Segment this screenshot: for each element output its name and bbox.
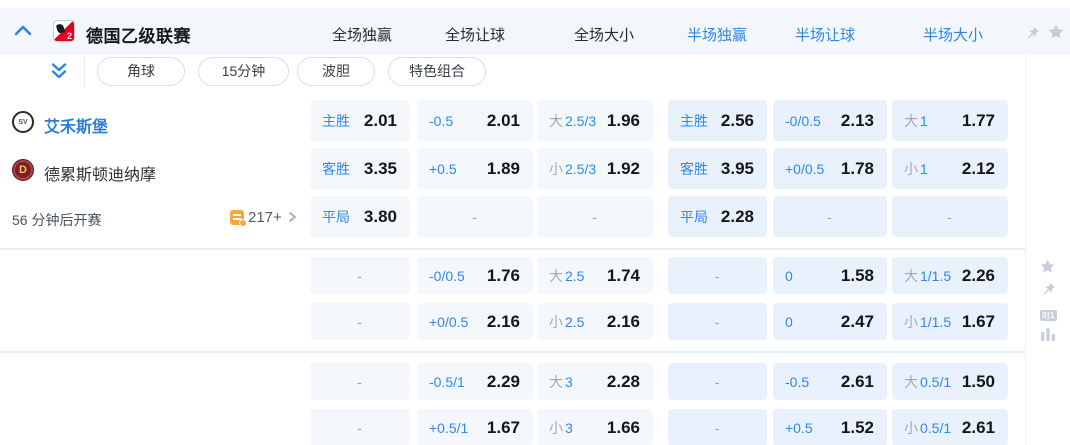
market-tab-5[interactable]: 半场让球 xyxy=(795,24,855,45)
odds-cell[interactable]: +0.5 1.52 xyxy=(773,409,887,445)
market-tab-2[interactable]: 全场让球 xyxy=(445,24,505,45)
odds-cell[interactable]: 小 0.5/1 2.61 xyxy=(892,409,1008,445)
expand-double-chevron-down-icon[interactable] xyxy=(50,62,68,80)
odds-cell-empty: - xyxy=(417,196,533,237)
odds-cell-empty: - xyxy=(310,409,410,445)
filter-pill-3[interactable]: 波胆 xyxy=(297,57,375,86)
odds-cell-empty: - xyxy=(668,303,767,340)
league-logo-icon: 2 xyxy=(53,20,75,42)
filter-pill-1[interactable]: 角球 xyxy=(97,57,185,86)
odds-cell[interactable]: 大 2.5 1.74 xyxy=(537,257,653,294)
odds-cell[interactable]: 0 2.47 xyxy=(773,303,887,340)
market-tab-1[interactable]: 全场独赢 xyxy=(332,24,392,45)
odds-cell[interactable]: 大 2.5/3 1.96 xyxy=(537,100,653,141)
stats-chart-icon[interactable] xyxy=(1040,326,1056,341)
odds-cell[interactable]: 0 1.58 xyxy=(773,257,887,294)
odds-cell-empty: - xyxy=(892,196,1008,237)
pin-icon[interactable] xyxy=(1024,25,1040,41)
odds-format-01-icon[interactable]: 0|1 xyxy=(1040,310,1057,321)
odds-cell[interactable]: 小 1 2.12 xyxy=(892,148,1008,189)
away-team-logo: D xyxy=(12,159,34,181)
group-separator xyxy=(0,248,1025,250)
odds-cell-empty: - xyxy=(537,196,653,237)
away-team-name[interactable]: 德累斯顿迪纳摩 xyxy=(44,161,156,185)
odds-cell-empty: - xyxy=(668,409,767,445)
market-tab-3[interactable]: 全场大小 xyxy=(574,24,634,45)
odds-cell-empty: - xyxy=(310,257,410,294)
odds-cell[interactable]: 小 2.5 2.16 xyxy=(537,303,653,340)
market-tab-6[interactable]: 半场大小 xyxy=(923,24,983,45)
odds-cell[interactable]: -0.5/1 2.29 xyxy=(417,363,533,400)
home-team-name[interactable]: 艾禾斯堡 xyxy=(44,113,108,137)
odds-cell-empty: - xyxy=(668,257,767,294)
odds-panel: 2 德国乙级联赛 全场独赢 全场让球 全场大小 半场独赢 半场让球 半场大小 角球 15分钟… xyxy=(0,0,1070,445)
odds-cell[interactable]: 小 2.5/3 1.92 xyxy=(537,148,653,189)
odds-cell[interactable]: 平局 3.80 xyxy=(310,196,410,237)
odds-cell[interactable]: -0/0.5 2.13 xyxy=(773,100,887,141)
odds-cell[interactable]: 大 3 2.28 xyxy=(537,363,653,400)
filter-pill-4[interactable]: 特色组合 xyxy=(388,57,486,86)
favorite-star-icon[interactable] xyxy=(1039,258,1056,275)
odds-cell[interactable]: +0/0.5 1.78 xyxy=(773,148,887,189)
odds-cell[interactable]: -0.5 2.01 xyxy=(417,100,533,141)
odds-cell-empty: - xyxy=(668,363,767,400)
divider xyxy=(1025,55,1026,445)
market-tab-4[interactable]: 半场独赢 xyxy=(687,24,747,45)
odds-cell[interactable]: 平局 2.28 xyxy=(668,196,767,237)
odds-cell[interactable]: 小 1/1.5 1.67 xyxy=(892,303,1008,340)
odds-cell[interactable]: 大 1/1.5 2.26 xyxy=(892,257,1008,294)
kickoff-countdown: 56 分钟后开赛 xyxy=(12,212,102,228)
home-team-logo: SV xyxy=(12,111,34,133)
divider xyxy=(84,58,85,86)
collapse-chevron-up-icon[interactable] xyxy=(14,23,32,37)
filter-pill-2[interactable]: 15分钟 xyxy=(198,57,289,86)
odds-cell[interactable]: 客胜 3.95 xyxy=(668,148,767,189)
odds-cell[interactable]: 主胜 2.56 xyxy=(668,100,767,141)
odds-cell[interactable]: 客胜 3.35 xyxy=(310,148,410,189)
chevron-right-icon xyxy=(288,212,296,222)
more-markets-button[interactable]: 217+ xyxy=(230,207,298,227)
pin-top-icon[interactable] xyxy=(1040,281,1056,297)
star-icon[interactable] xyxy=(1047,23,1065,41)
odds-cell[interactable]: -0/0.5 1.76 xyxy=(417,257,533,294)
odds-cell[interactable]: +0.5/1 1.67 xyxy=(417,409,533,445)
group-separator xyxy=(0,351,1025,353)
odds-cell[interactable]: 大 0.5/1 1.50 xyxy=(892,363,1008,400)
odds-cell[interactable]: -0.5 2.61 xyxy=(773,363,887,400)
odds-cell[interactable]: +0/0.5 2.16 xyxy=(417,303,533,340)
odds-cell-empty: - xyxy=(310,363,410,400)
league-title: 德国乙级联赛 xyxy=(86,27,191,46)
odds-cell[interactable]: 小 3 1.66 xyxy=(537,409,653,445)
odds-cell-empty: - xyxy=(773,196,887,237)
odds-cell[interactable]: 主胜 2.01 xyxy=(310,100,410,141)
odds-cell[interactable]: 大 1 1.77 xyxy=(892,100,1008,141)
markets-document-icon xyxy=(230,209,247,227)
odds-cell-empty: - xyxy=(310,303,410,340)
odds-cell[interactable]: +0.5 1.89 xyxy=(417,148,533,189)
more-markets-count: 217+ xyxy=(248,208,282,226)
